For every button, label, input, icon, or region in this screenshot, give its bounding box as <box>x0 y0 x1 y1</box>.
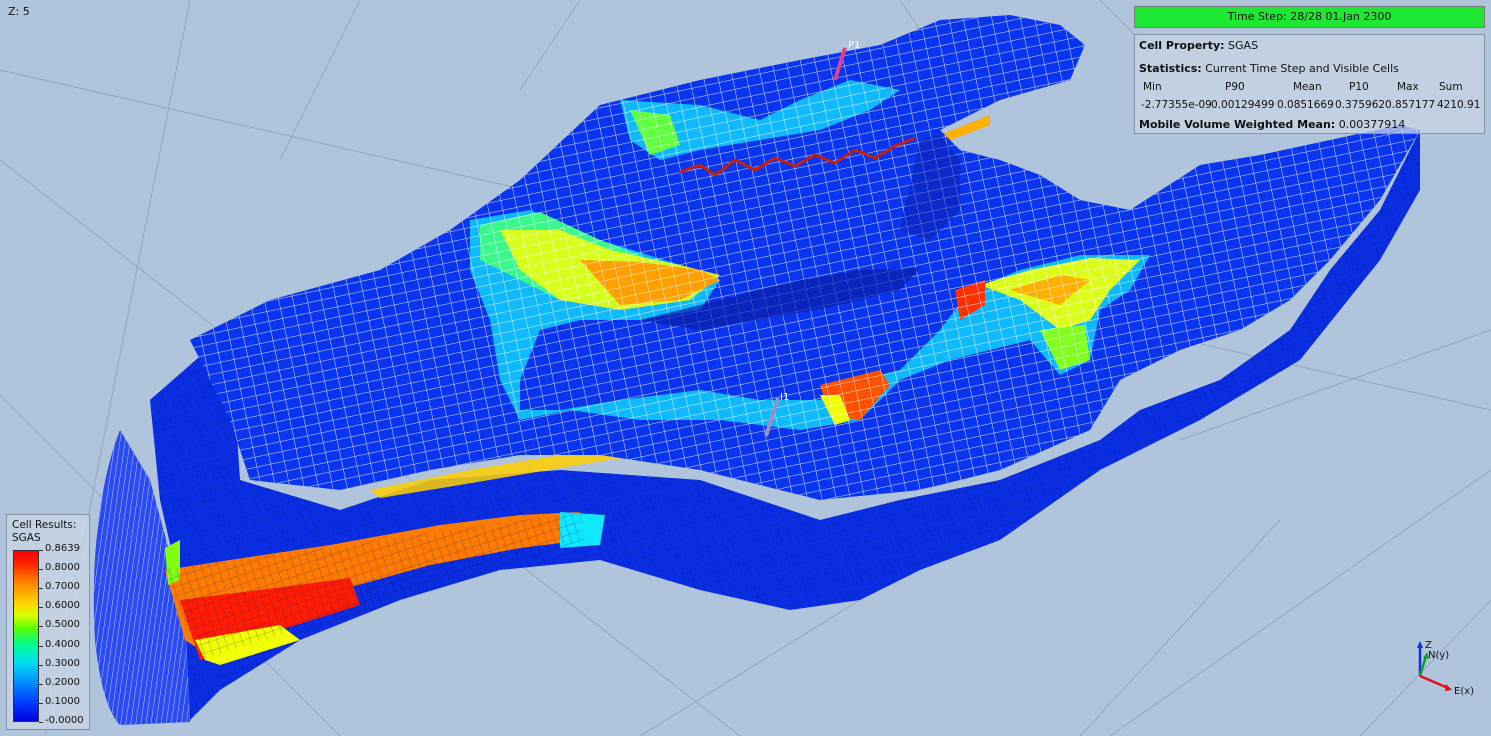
statistics-row: Statistics: Current Time Step and Visibl… <box>1139 62 1399 75</box>
cell-property-value: SGAS <box>1228 39 1259 52</box>
legend-tick-label: 0.6000 <box>45 600 80 612</box>
axis-x-label: E(x) <box>1454 686 1474 697</box>
stat-header-sum: Sum <box>1439 81 1463 93</box>
color-legend: Cell Results: SGAS 0.8639 0.8000 0.7000 0.6… <box>6 514 90 730</box>
legend-tick-mark <box>39 588 43 590</box>
mobile-volume-value: 0.00377914 <box>1338 118 1406 131</box>
time-step-banner: Time Step: 28/28 01.Jan 2300 <box>1134 6 1485 28</box>
well-p1-label: P1 <box>848 40 860 51</box>
legend-property: SGAS <box>12 532 41 544</box>
legend-tick-label: 0.1000 <box>45 695 80 707</box>
stat-value-p90: 0.00129499 <box>1211 99 1275 111</box>
legend-tick-label: 0.4000 <box>45 638 80 650</box>
stat-header-min: Min <box>1143 81 1162 93</box>
legend-tick-label: 0.2000 <box>45 676 80 688</box>
stat-header-max: Max <box>1397 81 1419 93</box>
axis-y-label: N(y) <box>1428 650 1449 661</box>
stat-value-min: -2.77355e-09 <box>1141 99 1212 111</box>
mobile-volume-row: Mobile Volume Weighted Mean: 0.00377914 <box>1139 118 1405 131</box>
legend-tick-mark <box>39 550 43 551</box>
info-box: Cell Property: SGAS Statistics: Current … <box>1134 34 1485 134</box>
legend-tick-mark <box>39 664 43 666</box>
stat-value-mean: 0.0851669 <box>1277 99 1334 111</box>
legend-tick-mark <box>39 626 43 628</box>
legend-tick-label: 0.8000 <box>45 562 80 574</box>
legend-tick-label: 0.5000 <box>45 619 80 631</box>
legend-tick-mark <box>39 722 43 723</box>
legend-tick-mark <box>39 569 43 571</box>
stat-header-p10: P10 <box>1349 81 1369 93</box>
well-i1-label: I1 <box>780 392 789 403</box>
stat-header-mean: Mean <box>1293 81 1322 93</box>
statistics-value: Current Time Step and Visible Cells <box>1205 62 1399 75</box>
legend-tick-label: 0.7000 <box>45 581 80 593</box>
legend-tick-mark <box>39 702 43 704</box>
stat-value-max: 0.857177 <box>1385 99 1436 111</box>
legend-tick-label: 0.3000 <box>45 657 80 669</box>
cell-property-label: Cell Property: <box>1139 39 1225 52</box>
mobile-volume-label: Mobile Volume Weighted Mean: <box>1139 118 1336 131</box>
legend-tick-mark <box>39 683 43 685</box>
legend-color-bar <box>13 550 39 722</box>
statistics-label: Statistics: <box>1139 62 1202 75</box>
stat-value-p10: 0.375962 <box>1335 99 1386 111</box>
legend-tick-mark <box>39 645 43 647</box>
stat-header-p90: P90 <box>1225 81 1245 93</box>
z-slice-label: Z: 5 <box>8 5 30 18</box>
legend-tick-label: 0.8639 <box>45 543 80 554</box>
legend-title: Cell Results: <box>12 519 77 531</box>
legend-tick-mark <box>39 607 43 609</box>
legend-tick-label: -0.0000 <box>45 715 84 726</box>
stat-value-sum: 4210.91 <box>1437 99 1481 111</box>
cell-property-row: Cell Property: SGAS <box>1139 39 1258 52</box>
axis-triad: Z N(y) E(x) <box>1417 640 1474 697</box>
